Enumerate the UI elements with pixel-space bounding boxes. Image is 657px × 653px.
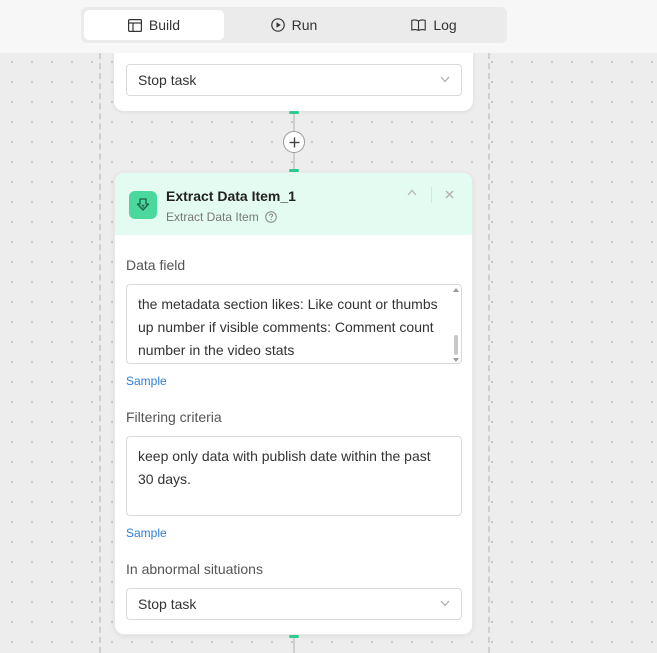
previous-abnormal-value: Stop task — [138, 72, 197, 88]
tab-run[interactable]: Run — [224, 10, 364, 40]
node-title: Extract Data Item_1 — [166, 188, 296, 204]
scroll-up-icon[interactable] — [453, 288, 459, 292]
scrollbar-thumb[interactable] — [454, 335, 458, 355]
previous-abnormal-select[interactable]: Stop task — [126, 64, 462, 96]
connector-out-handle[interactable] — [289, 111, 299, 114]
node-header: Extract Data Item_1 Extract Data Item — [115, 173, 472, 235]
help-icon[interactable] — [264, 211, 277, 223]
mode-tabs: Build Run Log — [81, 7, 507, 43]
layout-icon — [127, 18, 142, 32]
tab-build[interactable]: Build — [84, 10, 224, 40]
tab-log[interactable]: Log — [364, 10, 504, 40]
sample-link[interactable]: Sample — [126, 374, 167, 388]
collapse-chevron-icon[interactable] — [407, 189, 417, 196]
node-subtitle: Extract Data Item — [166, 210, 277, 224]
sample-link-2[interactable]: Sample — [126, 526, 167, 540]
book-icon — [411, 19, 427, 31]
chevron-down-icon — [440, 76, 450, 83]
tab-run-label: Run — [291, 17, 318, 33]
extract-data-icon — [129, 191, 157, 219]
data-field-textarea[interactable]: the metadata section likes: Like count o… — [126, 284, 462, 364]
header-divider — [431, 187, 432, 203]
extract-data-node-card: Extract Data Item_1 Extract Data Item Da… — [114, 172, 473, 635]
play-icon — [270, 18, 285, 32]
abnormal-select[interactable]: Stop task — [126, 588, 462, 620]
add-node-button[interactable] — [283, 131, 305, 153]
close-icon[interactable] — [445, 190, 454, 199]
top-toolbar: Build Run Log — [0, 0, 657, 53]
plus-icon — [289, 137, 299, 147]
filter-value: keep only data with publish date within … — [138, 448, 431, 487]
connector-out-handle-bottom[interactable] — [289, 635, 299, 638]
data-field-label: Data field — [126, 257, 186, 273]
data-field-value: the metadata section likes: Like count o… — [138, 296, 438, 358]
scroll-down-icon[interactable] — [453, 358, 459, 362]
tab-log-label: Log — [433, 17, 457, 33]
abnormal-label: In abnormal situations — [126, 561, 263, 577]
filter-textarea[interactable]: keep only data with publish date within … — [126, 436, 462, 516]
filter-label: Filtering criteria — [126, 409, 222, 425]
abnormal-value: Stop task — [138, 596, 197, 612]
tab-build-label: Build — [148, 17, 181, 33]
chevron-down-icon — [440, 600, 450, 607]
node-subtitle-text: Extract Data Item — [166, 210, 259, 224]
